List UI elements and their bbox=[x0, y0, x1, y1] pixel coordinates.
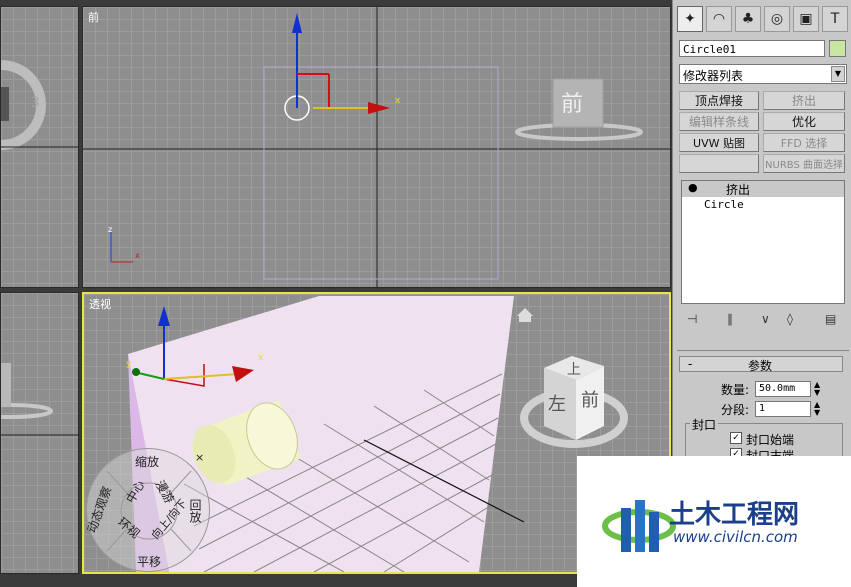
viewcube-front-label-2: 前 bbox=[581, 390, 599, 411]
modifier-list-label: 修改器列表 bbox=[683, 69, 744, 83]
segments-spinner[interactable]: ▲ ▼ bbox=[814, 401, 820, 417]
stack-item-extrude[interactable]: ● 挤出 bbox=[682, 181, 844, 197]
make-unique-icon[interactable]: ∨ bbox=[761, 312, 770, 326]
viewport-top-left-partial[interactable]: 3 bbox=[0, 6, 79, 288]
show-end-result-icon[interactable]: ∥ bbox=[727, 312, 733, 326]
partial-scene-2 bbox=[1, 363, 78, 436]
steering-wheel[interactable]: 缩放 × 中心 漫游 动态观察 回放 环视 向上/向下 平移 bbox=[85, 448, 210, 572]
configure-sets-icon[interactable]: ▤ bbox=[825, 312, 836, 326]
utilities-tab[interactable]: T bbox=[822, 6, 848, 32]
parameters-title: 参数 bbox=[748, 359, 773, 373]
watermark-title: 土木工程网 bbox=[669, 500, 800, 530]
amount-spinner[interactable]: ▲ ▼ bbox=[814, 381, 820, 397]
partial-scene: 3 bbox=[1, 60, 78, 150]
watermark-url: www.civilcn.com bbox=[673, 528, 798, 546]
cap-start-checkbox[interactable]: ✓ bbox=[730, 432, 742, 444]
extrude-button[interactable]: 挤出 bbox=[763, 91, 845, 110]
divider bbox=[677, 350, 849, 351]
vertex-weld-button[interactable]: 顶点焊接 bbox=[679, 91, 759, 110]
edit-spline-button[interactable]: 编辑样条线 bbox=[679, 112, 759, 131]
stack-item-extrude-label: 挤出 bbox=[726, 183, 751, 197]
wheel-rewind[interactable]: 回放 bbox=[187, 499, 204, 523]
ffd-select-button[interactable]: FFD 选择 bbox=[763, 133, 845, 152]
segments-label: 分段: bbox=[721, 403, 750, 417]
viewport-bottom-left-partial[interactable] bbox=[0, 292, 79, 574]
rollout-collapse-icon: - bbox=[688, 357, 693, 371]
partial-text: 3 bbox=[31, 95, 40, 111]
modifier-stack[interactable]: ● 挤出 Circle bbox=[681, 180, 845, 304]
motion-tab[interactable]: ◎ bbox=[764, 6, 790, 32]
amount-field[interactable]: 50.0mm bbox=[755, 381, 811, 397]
hierarchy-icon: ♣ bbox=[741, 11, 755, 27]
wheel-close-icon[interactable]: × bbox=[195, 451, 204, 464]
empty-button[interactable] bbox=[679, 154, 759, 173]
persp-gizmo-x: x bbox=[258, 353, 264, 363]
viewcube-top-label: 上 bbox=[567, 362, 581, 378]
cap-start-label: 封口始端 bbox=[746, 433, 795, 447]
segments-field[interactable]: 1 bbox=[755, 401, 811, 417]
object-color-swatch[interactable] bbox=[829, 40, 846, 57]
parameters-rollout-header[interactable]: - 参数 bbox=[679, 356, 843, 373]
modifier-list-dropdown[interactable]: 修改器列表 ▼ bbox=[679, 64, 847, 84]
command-panel-tabs: ✦ ◠ ♣ ◎ ▣ T bbox=[677, 6, 849, 32]
display-tab[interactable]: ▣ bbox=[793, 6, 819, 32]
viewcube-left-label: 左 bbox=[548, 394, 566, 415]
front-scene: x z x 前 bbox=[83, 7, 670, 287]
object-name-field[interactable]: Circle01 bbox=[679, 40, 825, 57]
wheel-zoom[interactable]: 缩放 bbox=[135, 453, 159, 470]
modify-icon: ◠ bbox=[712, 11, 726, 27]
uvw-map-button[interactable]: UVW 贴图 bbox=[679, 133, 759, 152]
gizmo-x-label: x bbox=[395, 96, 401, 106]
wheel-pan[interactable]: 平移 bbox=[137, 553, 161, 570]
motion-icon: ◎ bbox=[770, 11, 784, 27]
utilities-icon: T bbox=[830, 11, 840, 27]
persp-gizmo-y: y bbox=[126, 359, 132, 369]
stack-item-circle[interactable]: Circle bbox=[682, 197, 844, 213]
watermark-overlay: 土木工程网 www.civilcn.com bbox=[577, 456, 851, 587]
pin-stack-icon[interactable]: ⊣ bbox=[687, 312, 697, 326]
remove-modifier-icon[interactable]: ◊ bbox=[787, 312, 793, 326]
axis-x-label: x bbox=[135, 251, 140, 260]
create-icon: ✦ bbox=[684, 11, 696, 27]
modify-tab[interactable]: ◠ bbox=[706, 6, 732, 32]
chevron-down-icon[interactable]: ▼ bbox=[831, 66, 845, 82]
nurbs-surface-select-button[interactable]: NURBS 曲面选择 bbox=[763, 154, 845, 173]
viewport-front[interactable]: 前 x z x 前 bbox=[82, 6, 671, 288]
lightbulb-icon[interactable]: ● bbox=[688, 181, 698, 194]
extrude-bounding-box bbox=[263, 66, 499, 280]
create-tab[interactable]: ✦ bbox=[677, 6, 703, 32]
optimize-button[interactable]: 优化 bbox=[763, 112, 845, 131]
axis-z-label: z bbox=[108, 225, 112, 234]
viewcube-front-label: 前 bbox=[561, 92, 583, 117]
hierarchy-tab[interactable]: ♣ bbox=[735, 6, 761, 32]
cap-group-label: 封口 bbox=[690, 416, 719, 433]
stack-toolbar: ⊣ ∥ ∨ ◊ ▤ bbox=[687, 312, 843, 330]
amount-label: 数量: bbox=[721, 383, 750, 397]
home-icon bbox=[517, 308, 533, 322]
display-icon: ▣ bbox=[799, 11, 813, 27]
